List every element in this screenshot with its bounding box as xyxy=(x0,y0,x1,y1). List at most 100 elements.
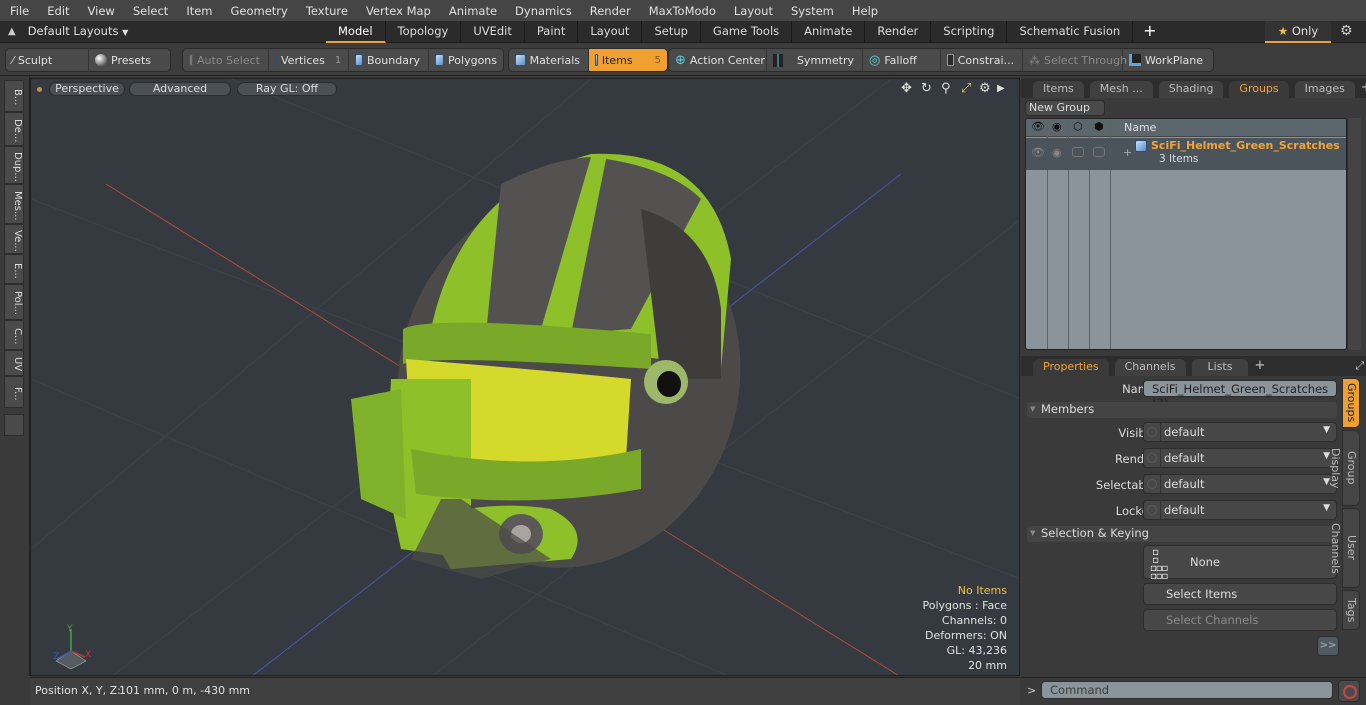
strip-tab-mesh-edit[interactable]: Mes... xyxy=(4,184,24,224)
rotate-view-icon[interactable]: ↻ xyxy=(921,81,932,96)
tab-render[interactable]: Render xyxy=(865,21,932,43)
falloff-button[interactable]: ◎ Falloff xyxy=(863,49,941,71)
maximize-view-icon[interactable]: ⤢ xyxy=(961,81,971,96)
expand-plus-icon[interactable]: + xyxy=(1123,146,1132,159)
locked-dropdown[interactable]: default ▼ xyxy=(1143,500,1337,520)
tab-setup[interactable]: Setup xyxy=(642,21,701,43)
menu-view[interactable]: View xyxy=(78,4,123,18)
row-lock-checkbox[interactable] xyxy=(1093,147,1105,157)
add-tab-plus-icon[interactable]: + xyxy=(1133,21,1166,43)
tab-lists[interactable]: Lists xyxy=(1191,359,1249,376)
side-tab-group-display[interactable]: Group Display xyxy=(1329,430,1360,506)
name-column-header[interactable]: Name xyxy=(1124,121,1156,134)
action-center-button[interactable]: ⊕ Action Center xyxy=(669,49,767,71)
gear-icon[interactable]: ⚙ xyxy=(1340,23,1353,39)
menu-layout[interactable]: Layout xyxy=(724,4,781,18)
viewport-gear-icon[interactable]: ⚙ xyxy=(979,81,991,96)
side-tab-user-channels[interactable]: User Channels xyxy=(1329,508,1360,588)
new-group-button[interactable]: New Group xyxy=(1025,100,1105,116)
tab-uvedit[interactable]: UVEdit xyxy=(461,21,525,43)
strip-tab-vertex[interactable]: Ve... xyxy=(4,224,24,254)
strip-tab-deform[interactable]: De... xyxy=(4,112,24,146)
tab-animate[interactable]: Animate xyxy=(792,21,866,43)
menu-dynamics[interactable]: Dynamics xyxy=(505,4,580,18)
side-tab-tags[interactable]: Tags xyxy=(1342,590,1360,630)
more-button[interactable]: >> xyxy=(1317,636,1339,656)
menu-texture[interactable]: Texture xyxy=(296,4,356,18)
strip-tab-fusion[interactable]: F... xyxy=(4,376,24,408)
menu-edit[interactable]: Edit xyxy=(37,4,77,18)
command-input[interactable]: Command xyxy=(1041,681,1333,699)
none-hierarchy-button[interactable]: ▫ ▫ ▫▫▫ ▫▫▫ None xyxy=(1143,545,1337,582)
render-camera-icon[interactable]: ◉ xyxy=(1052,120,1062,133)
perspective-dropdown[interactable]: Perspective xyxy=(49,82,125,96)
add-tab-plus-icon[interactable]: + xyxy=(1361,80,1366,95)
group-row[interactable]: 👁 ◉ + SciFi_Helmet_Green_Scratches 3 Ite… xyxy=(1026,138,1346,170)
polygons-button[interactable]: Polygons xyxy=(429,49,503,71)
selectable-cube-icon[interactable]: ⬡ xyxy=(1073,120,1083,133)
lock-cube-icon[interactable]: ⬢ xyxy=(1094,120,1104,133)
menu-vertex-map[interactable]: Vertex Map xyxy=(356,4,439,18)
menu-select[interactable]: Select xyxy=(123,4,176,18)
tab-game-tools[interactable]: Game Tools xyxy=(701,21,793,43)
workplane-button[interactable]: WorkPlane xyxy=(1123,49,1211,71)
menu-help[interactable]: Help xyxy=(842,4,886,18)
strip-tab-basic[interactable]: B... xyxy=(4,80,24,112)
row-camera-icon[interactable]: ◉ xyxy=(1052,146,1062,159)
symmetry-button[interactable]: Symmetry xyxy=(767,49,863,71)
zoom-view-icon[interactable]: ⚲ xyxy=(941,81,951,96)
strip-tab-edge[interactable]: E... xyxy=(4,254,24,284)
tab-topology[interactable]: Topology xyxy=(386,21,462,43)
menu-system[interactable]: System xyxy=(781,4,842,18)
row-selectable-checkbox[interactable] xyxy=(1072,147,1084,157)
materials-button[interactable]: Materials xyxy=(509,49,589,71)
layouts-dropdown[interactable]: Default Layouts ▼ xyxy=(28,24,129,38)
constraints-button[interactable]: Constrai... xyxy=(941,49,1023,71)
shading-dropdown[interactable]: Advanced xyxy=(129,82,231,96)
tab-images[interactable]: Images xyxy=(1294,81,1355,98)
viewport-options-dot[interactable] xyxy=(37,87,42,92)
tab-model[interactable]: Model xyxy=(326,21,386,43)
tab-properties[interactable]: Properties xyxy=(1033,359,1109,376)
auto-select-button[interactable]: Auto Select xyxy=(183,49,269,71)
strip-tab-custom[interactable] xyxy=(4,414,24,436)
raygl-toggle[interactable]: Ray GL: Off xyxy=(237,82,337,96)
strip-tab-curve[interactable]: C... xyxy=(4,320,24,350)
items-button[interactable]: Items 5 xyxy=(589,49,667,71)
record-macro-button[interactable] xyxy=(1338,680,1360,702)
vertices-button[interactable]: Vertices 1 xyxy=(269,49,349,71)
tab-scripting[interactable]: Scripting xyxy=(931,21,1008,43)
members-section-header[interactable]: Members xyxy=(1027,402,1337,418)
select-channels-button[interactable]: Select Channels xyxy=(1143,609,1337,631)
presets-button[interactable]: Presets xyxy=(89,49,170,71)
boundary-button[interactable]: Boundary xyxy=(349,49,429,71)
only-favorites-tab[interactable]: ★ Only xyxy=(1265,21,1331,43)
strip-tab-polygon[interactable]: Pol... xyxy=(4,284,24,320)
visibility-eye-icon[interactable]: 👁 xyxy=(1031,120,1045,133)
menu-maxtomodo[interactable]: MaxToModo xyxy=(639,4,724,18)
sculpt-button[interactable]: ⁄ Sculpt xyxy=(6,49,89,71)
group-name[interactable]: SciFi_Helmet_Green_Scratches xyxy=(1151,139,1340,152)
menu-render[interactable]: Render xyxy=(580,4,639,18)
menu-geometry[interactable]: Geometry xyxy=(221,4,296,18)
render-dropdown[interactable]: default▼ xyxy=(1143,448,1337,468)
select-through-button[interactable]: ⁂ Select Through xyxy=(1023,49,1127,71)
menu-animate[interactable]: Animate xyxy=(439,4,505,18)
viewport-expand-arrow-icon[interactable]: ▶ xyxy=(997,83,1005,94)
tab-schematic-fusion[interactable]: Schematic Fusion xyxy=(1007,21,1134,43)
3d-viewport[interactable]: Y X Z Perspective Advanced Ray GL: Off ✥… xyxy=(30,78,1020,676)
expand-panel-icon[interactable]: ⤢ xyxy=(1355,359,1364,373)
side-tab-groups[interactable]: Groups xyxy=(1342,378,1360,428)
name-field[interactable]: SciFi_Helmet_Green_Scratches (3) xyxy=(1143,380,1337,410)
menu-file[interactable]: File xyxy=(0,4,37,18)
tab-mesh[interactable]: Mesh ... xyxy=(1089,81,1153,98)
add-tab-plus-icon[interactable]: + xyxy=(1254,358,1265,373)
tab-channels[interactable]: Channels xyxy=(1114,359,1186,376)
pan-move-icon[interactable]: ✥ xyxy=(901,81,912,96)
visible-dropdown[interactable]: default ▼ xyxy=(1143,422,1337,442)
selectable-dropdown[interactable]: default▼ xyxy=(1143,474,1337,494)
menu-item[interactable]: Item xyxy=(176,4,220,18)
groups-scrollbar[interactable] xyxy=(1347,118,1361,350)
tab-layout[interactable]: Layout xyxy=(578,21,643,43)
tab-paint[interactable]: Paint xyxy=(525,21,579,43)
